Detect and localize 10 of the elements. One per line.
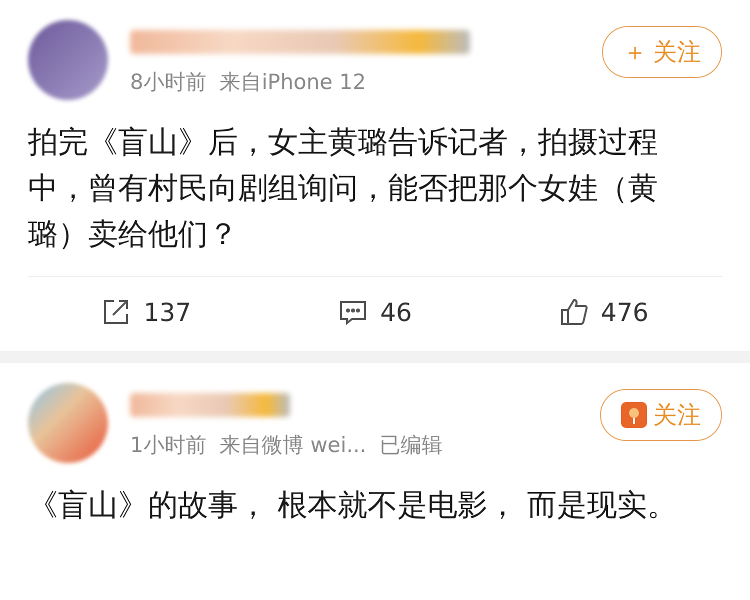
post-text: 拍完《盲山》后，女主黄璐告诉记者，拍摄过程中，曾有村民向剧组询问，能否把那个女娃（黄璐）卖给他们？ [28,124,659,254]
post-text: 《盲山》的故事， 根本就不是电影， 而是现实。 [28,487,678,525]
like-count[interactable]: 476 [600,298,649,326]
avatar[interactable] [28,383,108,463]
post-meta: 1小时前 来自微博 wei... 已编辑 [130,432,444,459]
avatar[interactable] [28,20,108,100]
comment-count[interactable]: 46 [380,298,412,326]
post-meta: 8小时前 来自iPhone 12 [130,69,367,96]
thumbs-up-icon [558,297,589,327]
share-count[interactable]: 137 [143,298,192,326]
